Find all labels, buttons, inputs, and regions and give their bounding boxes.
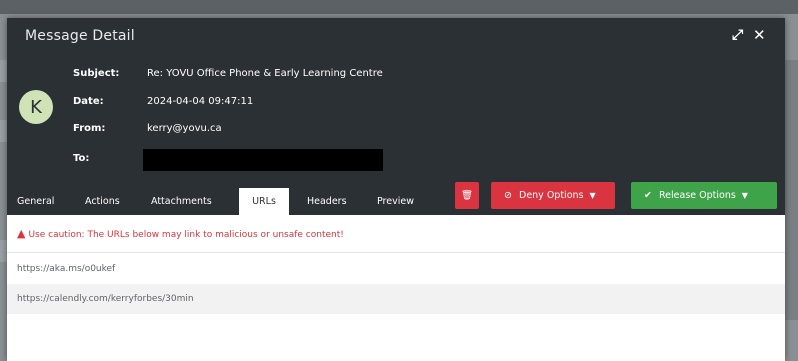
caution-banner: ▲ Use caution: The URLs below may link to…	[7, 215, 785, 253]
avatar: K	[19, 90, 53, 124]
ban-icon: ⊘	[504, 190, 512, 201]
tab-attachments[interactable]: Attachments	[151, 188, 212, 215]
tab-general[interactable]: General	[17, 188, 54, 215]
chevron-down-icon: ▼	[741, 191, 748, 200]
message-detail-modal: Message Detail ⤢ ✕ K Subject: Re: YOVU O…	[7, 18, 785, 361]
expand-arrows-icon[interactable]: ⤢	[732, 26, 743, 44]
date-value: 2024-04-04 09:47:11	[147, 96, 254, 107]
tab-headers[interactable]: Headers	[307, 188, 347, 215]
delete-button[interactable]: 🗑	[455, 182, 479, 209]
tab-actions[interactable]: Actions	[85, 188, 120, 215]
date-label: Date:	[73, 96, 104, 107]
tab-urls[interactable]: URLs	[239, 188, 289, 215]
modal-title: Message Detail	[25, 28, 135, 44]
backdrop-scroll-rail	[784, 60, 798, 320]
from-label: From:	[73, 123, 106, 134]
caution-text: Use caution: The URLs below may link to …	[28, 230, 344, 240]
warning-triangle-icon: ▲	[17, 227, 26, 240]
modal-header: Message Detail ⤢ ✕ K Subject: Re: YOVU O…	[7, 18, 785, 215]
deny-options-label: Deny Options	[519, 190, 584, 201]
url-row[interactable]: https://calendly.com/kerryforbes/30min	[7, 284, 785, 314]
check-icon: ✔	[644, 190, 652, 201]
close-icon[interactable]: ✕	[753, 26, 766, 44]
to-value-redacted	[143, 149, 383, 171]
release-options-button[interactable]: ✔ Release Options ▼	[631, 182, 777, 209]
url-row[interactable]: https://aka.ms/o0ukef	[7, 254, 785, 284]
subject-label: Subject:	[73, 68, 120, 79]
from-value: kerry@yovu.ca	[147, 123, 222, 134]
tab-preview[interactable]: Preview	[377, 188, 414, 215]
urls-panel: ▲ Use caution: The URLs below may link to…	[7, 215, 785, 361]
subject-value: Re: YOVU Office Phone & Early Learning C…	[147, 68, 383, 79]
trash-icon: 🗑	[460, 190, 474, 201]
deny-options-button[interactable]: ⊘ Deny Options ▼	[491, 182, 615, 209]
backdrop-top-bar	[0, 0, 798, 14]
release-options-label: Release Options	[659, 190, 736, 201]
chevron-down-icon: ▼	[589, 191, 596, 200]
to-label: To:	[73, 153, 90, 164]
